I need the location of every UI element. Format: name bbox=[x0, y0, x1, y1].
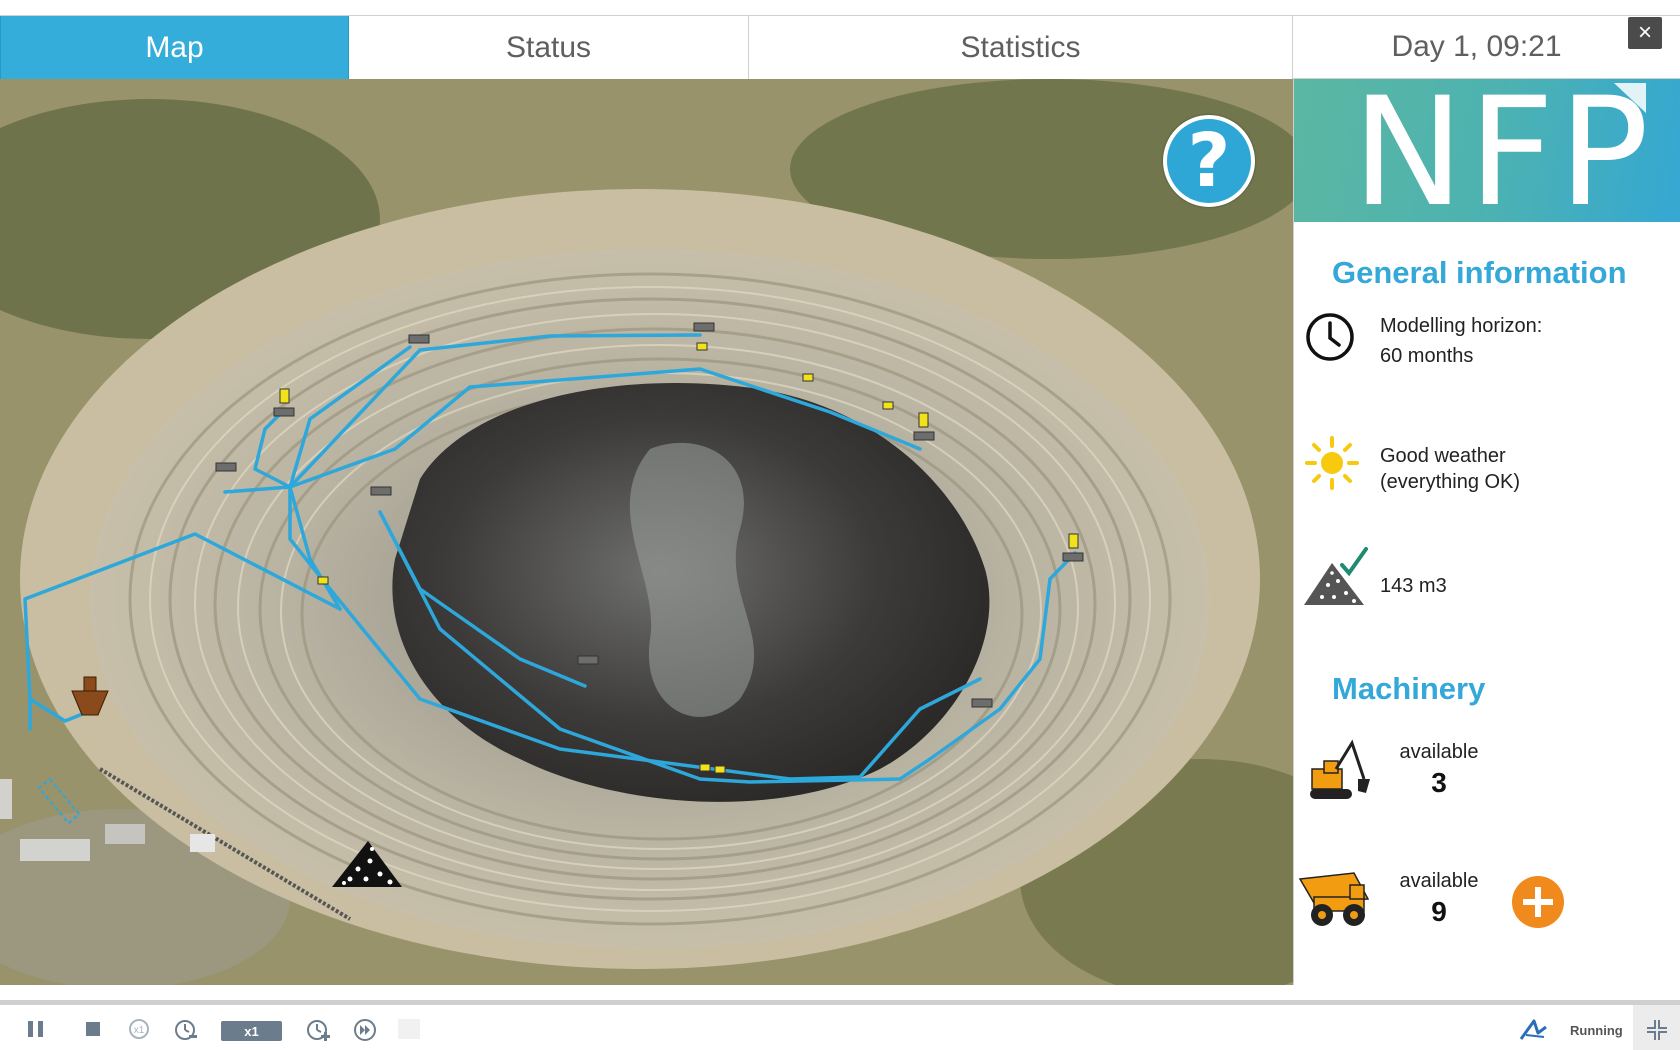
collapse-icon bbox=[1646, 1020, 1667, 1040]
simulation-clock: Day 1, 09:21 bbox=[1293, 15, 1680, 79]
svg-text:x1: x1 bbox=[134, 1025, 145, 1036]
excavators-available-count: 3 bbox=[1431, 767, 1447, 798]
tab-map[interactable]: Map bbox=[0, 16, 349, 80]
reset-speed-icon[interactable]: x1 bbox=[127, 1017, 151, 1043]
satellite-map-image bbox=[0, 79, 1293, 985]
horizon-label: Modelling horizon: bbox=[1380, 315, 1543, 337]
sun-icon bbox=[1305, 436, 1359, 490]
clock-icon bbox=[1306, 313, 1354, 361]
stockpile-check-icon bbox=[1304, 547, 1368, 605]
mine-map[interactable]: ? bbox=[0, 79, 1293, 985]
pause-icon[interactable] bbox=[26, 1019, 46, 1045]
add-truck-button[interactable] bbox=[1512, 876, 1564, 928]
app-window: Map Status Statistics Day 1, 09:21 × ? N… bbox=[0, 0, 1680, 1050]
machinery-title: Machinery bbox=[1332, 671, 1486, 706]
general-info-title: General information bbox=[1332, 255, 1627, 290]
anylogic-logo-icon bbox=[1519, 1019, 1547, 1040]
horizon-value: 60 months bbox=[1380, 345, 1474, 367]
excavator-icon bbox=[1310, 739, 1370, 799]
simulation-status: Running bbox=[1570, 1023, 1623, 1038]
tab-status[interactable]: Status bbox=[349, 16, 749, 80]
fast-forward-icon[interactable] bbox=[352, 1017, 378, 1043]
slow-down-icon[interactable] bbox=[173, 1017, 199, 1043]
simulation-control-bar: x1 x1 Running bbox=[0, 1000, 1680, 1050]
collapse-button[interactable] bbox=[1633, 1005, 1680, 1050]
excavators-available-label: available bbox=[1399, 741, 1479, 763]
speed-up-icon[interactable] bbox=[305, 1017, 331, 1043]
tab-bar: Map Status Statistics bbox=[0, 15, 1293, 80]
tab-statistics[interactable]: Statistics bbox=[749, 16, 1293, 80]
speed-indicator: x1 bbox=[221, 1021, 282, 1041]
blank-control[interactable] bbox=[398, 1019, 420, 1039]
stop-icon[interactable] bbox=[84, 1020, 102, 1046]
trucks-available-count: 9 bbox=[1431, 896, 1447, 927]
nfp-logo: NFP bbox=[1294, 79, 1680, 222]
weather-line-1: Good weather bbox=[1380, 445, 1506, 467]
weather-line-2: (everything OK) bbox=[1380, 471, 1521, 493]
dump-truck-icon bbox=[1298, 872, 1370, 926]
weather-status: Good weather (everything OK) bbox=[1380, 443, 1520, 495]
modelling-horizon: Modelling horizon: 60 months bbox=[1380, 313, 1542, 369]
info-panel: NFP General information Modelling horizo… bbox=[1293, 79, 1680, 985]
close-button[interactable]: × bbox=[1628, 17, 1662, 49]
trucks-available-label: available bbox=[1399, 870, 1479, 892]
logo-corner-mark bbox=[1614, 83, 1646, 113]
help-button[interactable]: ? bbox=[1163, 115, 1255, 207]
stock-volume: 143 m3 bbox=[1380, 575, 1447, 597]
